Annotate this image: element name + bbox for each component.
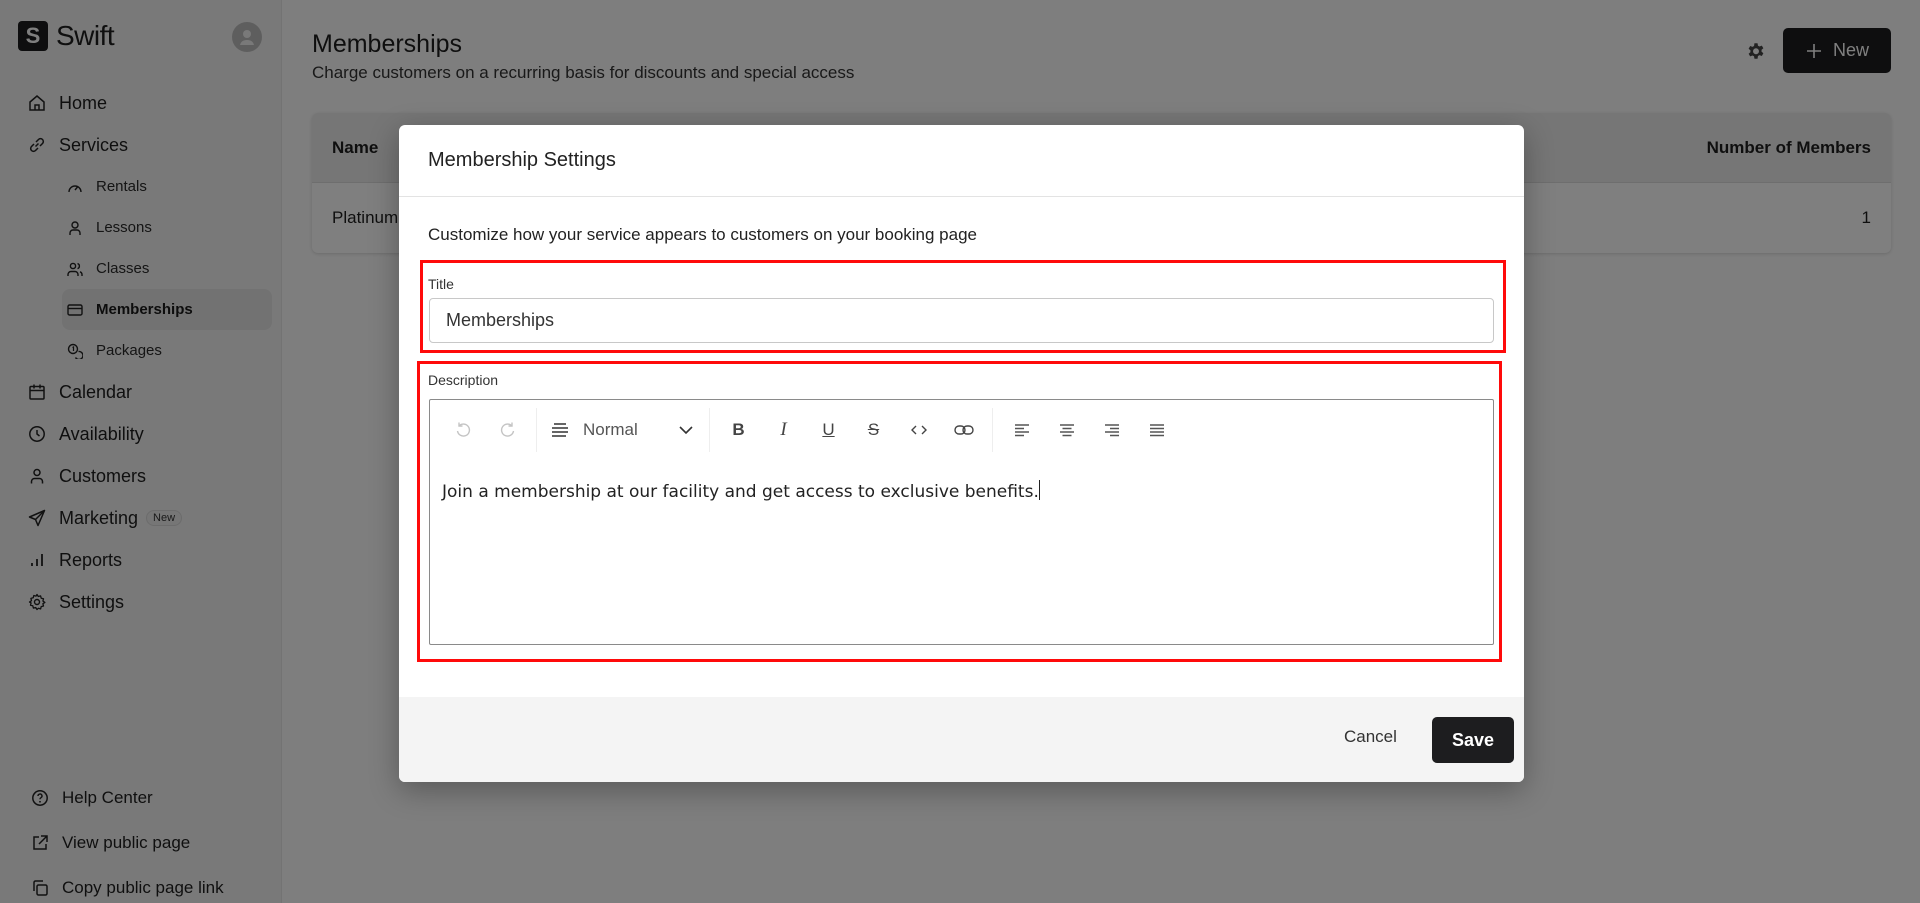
dialog-footer: Cancel Save — [399, 697, 1524, 782]
bold-button[interactable]: B — [716, 412, 761, 448]
align-left-button[interactable] — [999, 412, 1044, 448]
block-format-value: Normal — [583, 420, 638, 439]
toolbar-divider — [536, 408, 537, 452]
align-right-button[interactable] — [1089, 412, 1134, 448]
text-caret — [1038, 480, 1040, 500]
title-input[interactable] — [429, 298, 1494, 343]
dialog-description: Customize how your service appears to cu… — [428, 225, 978, 244]
align-center-icon — [1059, 424, 1074, 437]
align-center-button[interactable] — [1044, 412, 1089, 448]
align-right-icon — [1104, 424, 1119, 437]
cancel-button[interactable]: Cancel — [1344, 727, 1397, 747]
editor-toolbar: Normal B I U S — [430, 400, 1493, 460]
description-text: Join a membership at our facility and ge… — [442, 482, 1039, 502]
redo-button[interactable] — [485, 412, 530, 448]
description-editor: Normal B I U S Join a membership at our … — [429, 399, 1494, 645]
paragraph-format-icon — [552, 423, 568, 437]
link-button[interactable] — [941, 412, 986, 448]
underline-icon: U — [822, 420, 835, 439]
bold-icon: B — [732, 420, 745, 439]
strikethrough-icon: S — [867, 420, 880, 439]
redo-icon — [500, 422, 514, 437]
strikethrough-button[interactable]: S — [851, 412, 896, 448]
dialog-title: Membership Settings — [399, 125, 1524, 197]
description-label: Description — [428, 372, 499, 388]
undo-button[interactable] — [440, 412, 485, 448]
description-textarea[interactable]: Join a membership at our facility and ge… — [430, 460, 1493, 522]
chevron-down-icon — [679, 426, 693, 435]
toolbar-divider — [709, 408, 710, 452]
title-label: Title — [428, 276, 454, 292]
code-icon — [910, 425, 927, 435]
align-justify-icon — [1149, 424, 1164, 437]
align-left-icon — [1014, 424, 1029, 437]
italic-button[interactable]: I — [761, 412, 806, 448]
align-justify-button[interactable] — [1134, 412, 1179, 448]
underline-button[interactable]: U — [806, 412, 851, 448]
block-format-dropdown[interactable]: Normal — [543, 412, 703, 448]
code-button[interactable] — [896, 412, 941, 448]
toolbar-divider — [992, 408, 993, 452]
membership-settings-dialog: Membership Settings Customize how your s… — [399, 125, 1524, 782]
undo-icon — [456, 422, 470, 437]
italic-icon: I — [780, 419, 787, 440]
save-button[interactable]: Save — [1432, 717, 1514, 763]
link-icon — [953, 425, 974, 435]
